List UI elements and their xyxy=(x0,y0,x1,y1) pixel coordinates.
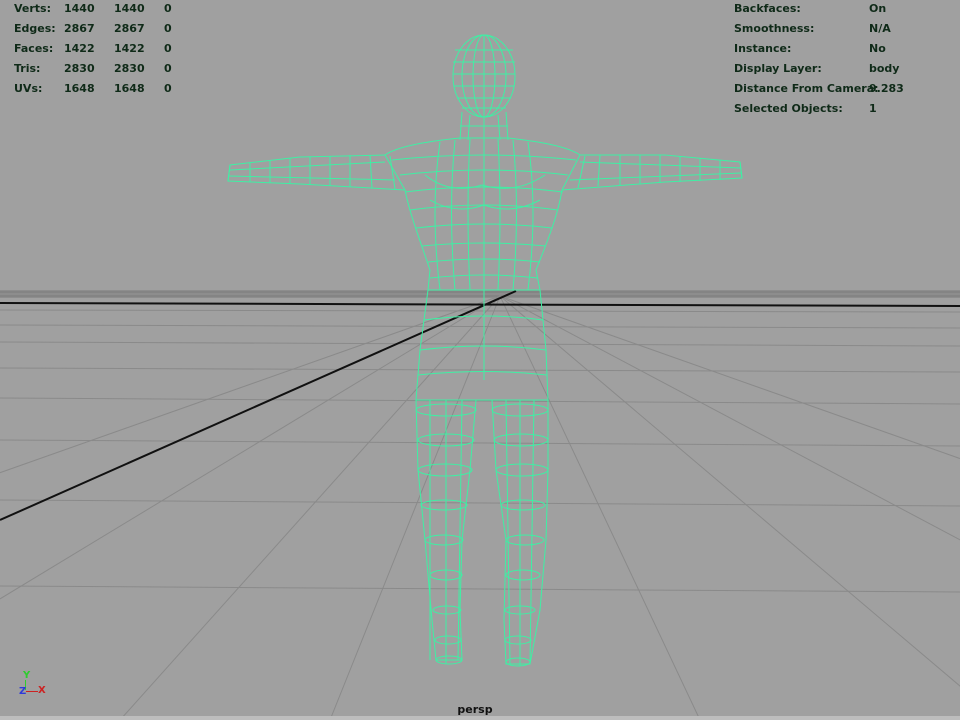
hud-row-smoothness: Smoothness: N/A xyxy=(734,19,929,39)
hud-row-edges: Edges: 2867 2867 0 xyxy=(14,19,194,39)
axis-x-label: X xyxy=(38,685,46,696)
hud-label: Verts: xyxy=(14,2,52,15)
axis-z-label: Z xyxy=(19,686,27,697)
hud-value: 0 xyxy=(164,42,172,55)
hud-value: No xyxy=(869,42,886,55)
hud-label: Display Layer: xyxy=(734,62,822,75)
hud-row-instance: Instance: No xyxy=(734,39,929,59)
hud-label: Distance From Camera: xyxy=(734,82,879,95)
hud-value: 2867 xyxy=(64,22,95,35)
hud-value: 0 xyxy=(164,62,172,75)
hud-value: 2867 xyxy=(114,22,145,35)
hud-label: Edges: xyxy=(14,22,56,35)
axis-x-line xyxy=(26,691,38,692)
hud-value: 1 xyxy=(869,102,877,115)
poly-count-hud: Verts: 1440 1440 0 Edges: 2867 2867 0 Fa… xyxy=(14,0,194,99)
hud-label: Selected Objects: xyxy=(734,102,843,115)
hud-row-distance-from-camera: Distance From Camera: 9.283 xyxy=(734,79,929,99)
hud-value: On xyxy=(869,2,887,15)
hud-label: Tris: xyxy=(14,62,41,75)
hud-label: Smoothness: xyxy=(734,22,815,35)
hud-row-display-layer: Display Layer: body xyxy=(734,59,929,79)
hud-row-uvs: UVs: 1648 1648 0 xyxy=(14,79,194,99)
hud-row-faces: Faces: 1422 1422 0 xyxy=(14,39,194,59)
hud-value: 9.283 xyxy=(869,82,904,95)
hud-value: 1440 xyxy=(64,2,95,15)
hud-value: 0 xyxy=(164,82,172,95)
hud-value: 1422 xyxy=(114,42,145,55)
hud-row-selected-objects: Selected Objects: 1 xyxy=(734,99,929,119)
hud-value: 1648 xyxy=(114,82,145,95)
hud-value: 1648 xyxy=(64,82,95,95)
ground-grid xyxy=(0,290,960,720)
hud-value: 1440 xyxy=(114,2,145,15)
hud-value: 2830 xyxy=(64,62,95,75)
perspective-viewport[interactable]: Verts: 1440 1440 0 Edges: 2867 2867 0 Fa… xyxy=(0,0,960,720)
hud-value: 1422 xyxy=(64,42,95,55)
character-wireframe-mesh[interactable] xyxy=(227,34,743,667)
camera-name-label: persp xyxy=(457,703,493,716)
view-axis-indicator-icon: Y Z X xyxy=(18,670,58,700)
viewport-bottom-border xyxy=(0,716,960,720)
hud-label: UVs: xyxy=(14,82,43,95)
hud-label: Backfaces: xyxy=(734,2,801,15)
hud-value: N/A xyxy=(869,22,891,35)
hud-label: Faces: xyxy=(14,42,54,55)
hud-value: 0 xyxy=(164,22,172,35)
hud-label: Instance: xyxy=(734,42,792,55)
hud-value: body xyxy=(869,62,900,75)
hud-value: 2830 xyxy=(114,62,145,75)
hud-row-tris: Tris: 2830 2830 0 xyxy=(14,59,194,79)
hud-row-verts: Verts: 1440 1440 0 xyxy=(14,0,194,19)
hud-value: 0 xyxy=(164,2,172,15)
object-details-hud: Backfaces: On Smoothness: N/A Instance: … xyxy=(734,0,929,119)
hud-row-backfaces: Backfaces: On xyxy=(734,0,929,19)
